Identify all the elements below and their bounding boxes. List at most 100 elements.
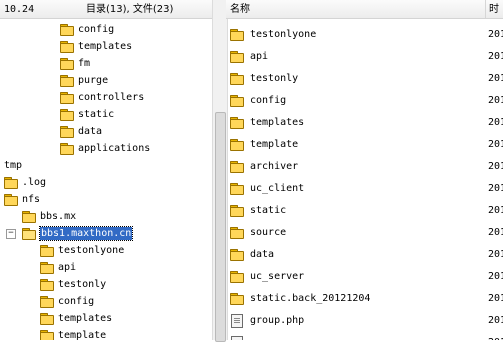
tree-node[interactable]: .log	[0, 175, 212, 191]
file-list-item[interactable]: config 201	[226, 92, 503, 110]
file-list-item[interactable]: data 201	[226, 246, 503, 264]
file-list-item[interactable]: archiver 201	[226, 158, 503, 176]
tree-collapse-toggle[interactable]: −	[6, 229, 16, 239]
tree-header: 10.24 目录(13), 文件(23)	[0, 0, 212, 19]
tree-node[interactable]: applications	[0, 141, 212, 157]
tree-scrollbar-thumb[interactable]	[215, 112, 226, 342]
folder-icon	[40, 262, 54, 274]
tree-node-label: templates	[78, 41, 133, 52]
tree-node-label: bbs1.maxthon.cn	[38, 226, 134, 241]
file-date: 201	[488, 183, 503, 194]
folder-icon	[230, 95, 244, 107]
folder-icon	[40, 330, 54, 340]
file-list-item[interactable]: uc_client 201	[226, 180, 503, 198]
tree-node[interactable]: bbs.mx	[0, 209, 212, 225]
folder-icon	[60, 41, 74, 53]
folder-icon	[60, 126, 74, 138]
folder-icon	[230, 183, 244, 195]
folder-icon	[230, 29, 244, 41]
file-list-item[interactable]: templates 201	[226, 114, 503, 132]
tree-node-label: template	[58, 330, 107, 340]
tree-node-label: controllers	[78, 92, 145, 103]
file-list-item[interactable]: template 201	[226, 136, 503, 154]
file-name: static	[250, 205, 287, 216]
file-name: static.back_20121204	[250, 293, 371, 304]
tree-node[interactable]: tmp	[0, 158, 212, 174]
file-date: 201	[488, 336, 503, 340]
tree-node-label: data	[78, 126, 103, 137]
column-header-name[interactable]: 名称	[230, 3, 250, 16]
tree-node[interactable]: data	[0, 124, 212, 140]
file-name: template	[250, 139, 299, 150]
tree-node[interactable]: nfs	[0, 192, 212, 208]
file-list-item[interactable]: api 201	[226, 48, 503, 66]
file-icon	[231, 336, 243, 340]
folder-icon	[230, 271, 244, 283]
file-list[interactable]: testonlyone 201 api 201 testonly 201 config 201…	[226, 18, 503, 340]
file-date: 201	[488, 227, 503, 238]
tree-node-label: testonly	[58, 279, 107, 290]
tree-node[interactable]: static	[0, 107, 212, 123]
tree-node[interactable]: config	[0, 22, 212, 38]
tree-node[interactable]: testonlyone	[0, 243, 212, 259]
tree-node[interactable]: config	[0, 294, 212, 310]
file-list-item[interactable]: static 201	[226, 202, 503, 220]
file-name: testonlyone	[250, 29, 317, 40]
folder-icon	[22, 211, 36, 223]
file-date: 201	[488, 29, 503, 40]
folder-icon	[230, 227, 244, 239]
file-list-header: 名称 时	[226, 0, 503, 19]
file-name: uc_server	[250, 271, 305, 282]
file-list-item[interactable]: source 201	[226, 224, 503, 242]
folder-icon	[60, 75, 74, 87]
path-fragment: 10.24	[4, 4, 35, 15]
folder-icon	[60, 58, 74, 70]
tree-node[interactable]: api	[0, 260, 212, 276]
file-name: api	[250, 51, 269, 62]
tree-node-label: applications	[78, 143, 151, 154]
folder-icon	[4, 194, 18, 206]
folder-icon	[230, 117, 244, 129]
file-date: 201	[488, 161, 503, 172]
folder-icon	[60, 109, 74, 121]
tree-node[interactable]: template	[0, 328, 212, 340]
tree-node[interactable]: fm	[0, 56, 212, 72]
tree-node[interactable]: − bbs1.maxthon.cn	[0, 226, 212, 242]
folder-icon	[230, 139, 244, 151]
tree-node[interactable]: templates	[0, 311, 212, 327]
tree-node[interactable]: purge	[0, 73, 212, 89]
file-list-item[interactable]: uc_server 201	[226, 268, 503, 286]
tree-node[interactable]: controllers	[0, 90, 212, 106]
folder-icon	[230, 205, 244, 217]
folder-icon	[60, 92, 74, 104]
file-list-item[interactable]: testonly 201	[226, 70, 503, 88]
file-date: 201	[488, 51, 503, 62]
file-date: 201	[488, 205, 503, 216]
file-list-item[interactable]: testonlyone 201	[226, 26, 503, 44]
file-list-item[interactable]: static.back_20121204 201	[226, 290, 503, 308]
file-name: testonly	[250, 73, 299, 84]
file-name: uc_client	[250, 183, 305, 194]
tree-node-label: config	[78, 24, 115, 35]
tree-node[interactable]: testonly	[0, 277, 212, 293]
file-name: group.php	[250, 315, 305, 326]
file-list-item[interactable]: 201	[226, 334, 503, 340]
folder-icon	[4, 177, 18, 189]
file-date: 201	[488, 139, 503, 150]
folder-file-summary: 目录(13), 文件(23)	[86, 4, 174, 15]
folder-icon	[230, 161, 244, 173]
tree-node-label: api	[58, 262, 77, 273]
tree-node-label: purge	[78, 75, 109, 86]
column-separator[interactable]	[485, 0, 486, 18]
folder-icon	[60, 24, 74, 36]
file-list-item[interactable]: group.php 201	[226, 312, 503, 330]
tree-node-label: nfs	[22, 194, 41, 205]
folder-icon	[60, 143, 74, 155]
tree-node[interactable]: templates	[0, 39, 212, 55]
folder-icon	[230, 51, 244, 63]
folder-tree[interactable]: config templates fm purge controllers static d…	[0, 18, 212, 340]
file-date: 201	[488, 117, 503, 128]
tree-node-label: .log	[22, 177, 47, 188]
tree-node-label: static	[78, 109, 115, 120]
column-header-time[interactable]: 时	[489, 3, 499, 16]
